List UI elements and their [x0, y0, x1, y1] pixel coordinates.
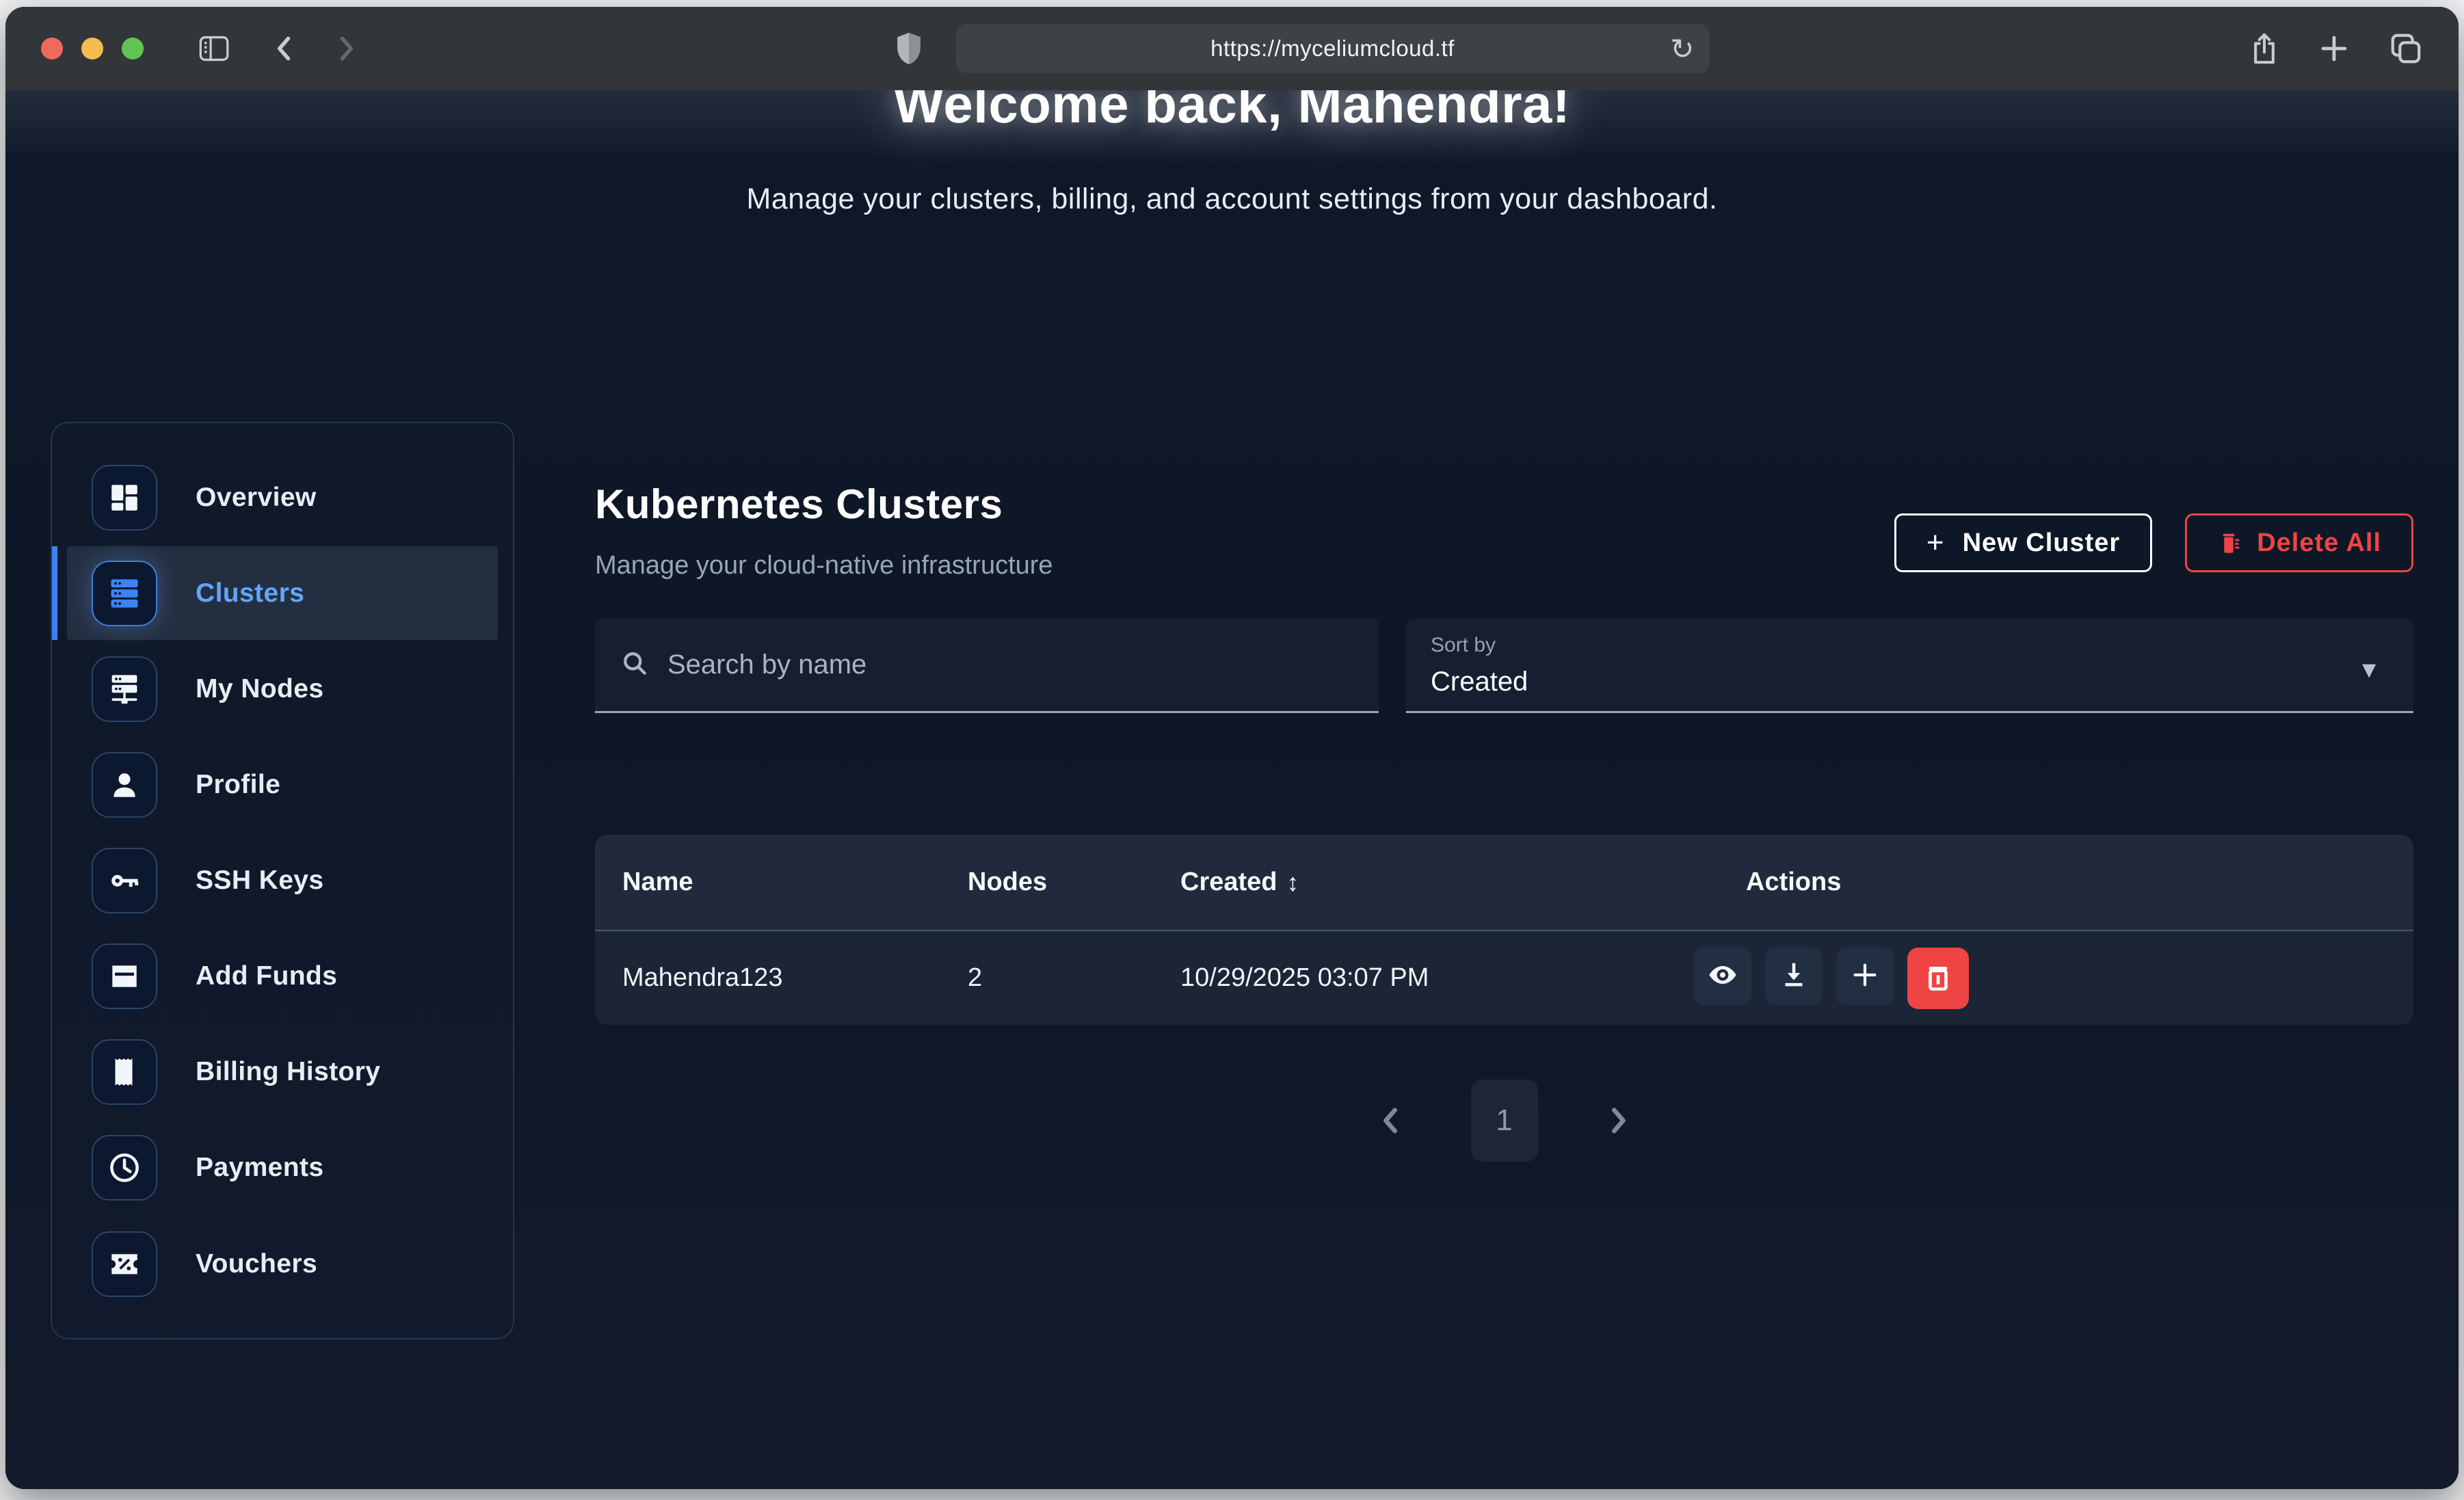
- clusters-panel: Kubernetes Clusters Manage your cloud-na…: [595, 422, 2413, 1162]
- wallet-icon: [92, 943, 157, 1009]
- receipt-icon: [92, 1039, 157, 1105]
- cell-nodes: 2: [968, 963, 1180, 993]
- sidebar-item-payments[interactable]: Payments: [67, 1121, 498, 1215]
- column-header-actions: Actions: [1746, 868, 2413, 897]
- page-subtitle: Manage your clusters, billing, and accou…: [5, 183, 2459, 216]
- table-header: NameNodesCreated ↕Actions: [595, 835, 2413, 930]
- trash-action-button[interactable]: [1907, 948, 1969, 1009]
- delete-all-button[interactable]: Delete All: [2185, 513, 2413, 572]
- close-window-button[interactable]: [41, 38, 63, 59]
- prev-page-icon[interactable]: [1377, 1105, 1405, 1136]
- plus-icon: +: [1926, 526, 1945, 560]
- sort-value: Created: [1431, 667, 2389, 697]
- sidebar-item-profile[interactable]: Profile: [67, 738, 498, 831]
- new-tab-icon[interactable]: [2318, 32, 2350, 65]
- browser-toolbar: https://myceliumcloud.tf ↻: [5, 7, 2459, 90]
- new-cluster-button[interactable]: + New Cluster: [1894, 513, 2152, 572]
- sidebar-item-label: Add Funds: [196, 961, 337, 991]
- sidebar-item-billing-history[interactable]: Billing History: [67, 1026, 498, 1119]
- sidebar-item-my-nodes[interactable]: My Nodes: [67, 642, 498, 736]
- forward-button[interactable]: [332, 34, 360, 64]
- hero-section: Welcome back, Mahendra! Manage your clus…: [5, 90, 2459, 422]
- url-text: https://myceliumcloud.tf: [1210, 36, 1455, 62]
- sidebar-toggle-icon[interactable]: [198, 35, 230, 62]
- plus-action-button[interactable]: [1836, 948, 1894, 1005]
- download-action-button[interactable]: [1765, 948, 1823, 1005]
- tab-overview-icon[interactable]: [2389, 31, 2423, 66]
- servers-icon: [92, 561, 157, 626]
- trash-icon: [1922, 961, 1954, 995]
- page-title: Welcome back, Mahendra!: [5, 90, 2459, 139]
- column-header-name: Name: [595, 868, 968, 897]
- sidebar-item-clusters[interactable]: Clusters: [67, 546, 498, 640]
- sort-arrows-icon: ↕: [1287, 868, 1299, 897]
- column-header-nodes: Nodes: [968, 868, 1180, 897]
- browser-window: https://myceliumcloud.tf ↻ Welcome back,…: [5, 7, 2459, 1489]
- pagination: 1: [595, 1080, 2413, 1162]
- sidebar-item-label: Payments: [196, 1153, 323, 1183]
- sidebar-item-label: Profile: [196, 770, 280, 800]
- person-icon: [92, 752, 157, 818]
- dashboard-icon: [92, 465, 157, 531]
- search-input[interactable]: [667, 649, 1354, 680]
- search-field: [595, 619, 1379, 713]
- ticket-icon: [92, 1231, 157, 1297]
- table-row: Mahendra123210/29/2025 03:07 PM: [595, 930, 2413, 1025]
- traffic-lights: [41, 38, 144, 59]
- sidebar-item-label: Clusters: [196, 578, 304, 608]
- eye-action-button[interactable]: [1694, 948, 1751, 1005]
- sidebar-item-add-funds[interactable]: Add Funds: [67, 930, 498, 1023]
- sidebar-item-overview[interactable]: Overview: [67, 451, 498, 544]
- column-header-created[interactable]: Created ↕: [1180, 868, 1746, 897]
- download-icon: [1778, 959, 1810, 993]
- zoom-window-button[interactable]: [122, 38, 144, 59]
- sort-label: Sort by: [1431, 634, 2389, 657]
- minimize-window-button[interactable]: [81, 38, 103, 59]
- key-icon: [92, 848, 157, 913]
- sidebar-item-label: Overview: [196, 483, 317, 513]
- sidebar-item-label: Vouchers: [196, 1249, 317, 1279]
- cell-name: Mahendra123: [595, 963, 968, 993]
- cell-created: 10/29/2025 03:07 PM: [1180, 963, 1746, 993]
- next-page-icon[interactable]: [1604, 1105, 1632, 1136]
- sidebar-item-ssh-keys[interactable]: SSH Keys: [67, 834, 498, 928]
- clock-icon: [92, 1135, 157, 1201]
- address-bar[interactable]: https://myceliumcloud.tf ↻: [956, 24, 1710, 73]
- privacy-shield-icon[interactable]: [895, 31, 923, 66]
- clusters-table: NameNodesCreated ↕Actions Mahendra123210…: [595, 835, 2413, 1025]
- page-number-button[interactable]: 1: [1471, 1080, 1538, 1162]
- sidebar-item-label: My Nodes: [196, 674, 323, 704]
- eye-icon: [1706, 959, 1739, 993]
- search-icon: [620, 648, 650, 682]
- section-subtitle: Manage your cloud-native infrastructure: [595, 551, 1053, 580]
- plus-icon: [1849, 959, 1881, 993]
- sidebar-item-label: Billing History: [196, 1057, 380, 1087]
- share-icon[interactable]: [2249, 30, 2279, 67]
- section-title: Kubernetes Clusters: [595, 481, 1053, 528]
- trash-icon: [2217, 530, 2243, 556]
- sidebar-item-vouchers[interactable]: Vouchers: [67, 1217, 498, 1311]
- dashboard-page: Welcome back, Mahendra! Manage your clus…: [5, 90, 2459, 1489]
- sidebar-item-label: SSH Keys: [196, 866, 323, 896]
- nodes-icon: [92, 656, 157, 722]
- chevron-down-icon: ▼: [2357, 657, 2381, 684]
- back-button[interactable]: [271, 34, 298, 64]
- sort-select[interactable]: Sort by Created ▼: [1406, 619, 2413, 713]
- sidebar-nav: Overview Clusters My Nodes Profile SSH Keys A…: [51, 422, 514, 1339]
- reload-icon[interactable]: ↻: [1670, 24, 1694, 73]
